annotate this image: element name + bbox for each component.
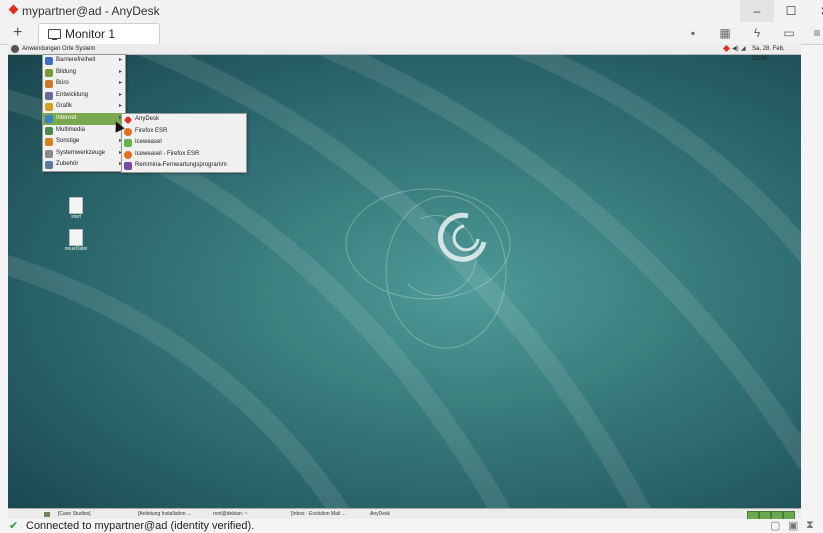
new-tab-button[interactable]: + xyxy=(13,24,22,42)
anydesk-icon xyxy=(123,115,133,125)
submenu-item-iceweasel-firefox-esr[interactable]: Iceweasel - Firefox ESR xyxy=(122,149,246,161)
graphics-icon xyxy=(45,103,53,112)
menu-item-label: Barrierefreiheit xyxy=(56,57,96,63)
firefox-icon xyxy=(124,127,132,136)
accessories-icon xyxy=(45,161,53,170)
menu-item-label: Grafik xyxy=(56,103,73,110)
submenu-item-firefox-esr[interactable]: Firefox ESR xyxy=(122,126,246,138)
menu-item-label: Sonstige xyxy=(56,138,80,145)
firefox-icon xyxy=(124,150,132,159)
desktop-icon-label: neueDatei xyxy=(64,246,88,252)
taskbar-item[interactable]: root@debian: ~ xyxy=(213,509,247,519)
lock-icon[interactable]: ▣ xyxy=(788,519,798,532)
menu-item-label: Zubehör xyxy=(56,161,79,168)
workspace-switcher-1[interactable] xyxy=(747,511,759,519)
display-icon[interactable]: ▭ xyxy=(780,25,798,41)
other-icon xyxy=(45,138,53,147)
connection-status-text: Connected to mypartner@ad (identity veri… xyxy=(26,520,255,532)
menu-icon[interactable]: ≡ xyxy=(808,25,823,41)
plug-connected-icon: ✔ xyxy=(9,520,19,532)
submenu-arrow-icon: ▸ xyxy=(118,91,122,98)
iceweasel-icon xyxy=(124,139,132,148)
menu-item-label: Multimedia xyxy=(56,126,86,133)
title-bar: mypartner@ad - AnyDesk – ☐ ✕ xyxy=(0,0,823,22)
minimize-button[interactable]: – xyxy=(740,0,774,22)
menu-item-label: Firefox ESR xyxy=(135,127,168,134)
actions-icon[interactable]: ϟ xyxy=(748,25,766,41)
file-icon xyxy=(69,229,83,246)
submenu-arrow-icon: ▸ xyxy=(118,103,122,110)
accessibility-icon xyxy=(45,57,53,65)
menu-item-entwicklung[interactable]: Entwicklung ▸ xyxy=(43,90,125,102)
anydesk-tray-icon[interactable] xyxy=(722,44,731,53)
menu-item-label: Remmina-Fernwartungsprogramm xyxy=(135,162,227,169)
submenu-item-remmina[interactable]: Remmina-Fernwartungsprogramm xyxy=(122,160,246,172)
chat-status-icon[interactable]: ▢ xyxy=(770,519,780,532)
window-title: mypartner@ad - AnyDesk xyxy=(22,4,160,18)
workspace-switcher-3[interactable] xyxy=(771,511,783,519)
education-icon xyxy=(45,68,53,77)
tab-label: Monitor 1 xyxy=(65,27,116,41)
tab-monitor-1[interactable]: Monitor 1 xyxy=(38,23,160,45)
menu-item-systemwerkzeuge[interactable]: Systemwerkzeuge▸ xyxy=(43,148,125,160)
tab-bar: + Monitor 1 ▪ ▦ ϟ ▭ ≡ xyxy=(0,22,823,45)
menu-item-label: Bildung xyxy=(56,68,77,75)
menu-item-label: Büro xyxy=(56,80,69,87)
desktop-icon-neue-datei[interactable]: neueDatei xyxy=(56,229,96,252)
remote-desktop-view[interactable]: Anwendungen Orte System ◀) ◢ Sa, 28. Feb… xyxy=(8,44,801,519)
menu-item-label: Iceweasel - Firefox ESR xyxy=(135,150,200,157)
panel-menus[interactable]: Anwendungen Orte System xyxy=(22,44,95,54)
menu-item-zubehoer[interactable]: Zubehör▸ xyxy=(43,159,125,171)
hourglass-icon: ⧗ xyxy=(806,519,814,531)
multimedia-icon xyxy=(45,126,53,135)
chat-icon[interactable]: ▪ xyxy=(684,25,702,41)
system-tools-icon xyxy=(45,149,53,158)
remmina-icon xyxy=(124,162,132,171)
submenu-arrow-icon: ▸ xyxy=(118,68,122,75)
gnome-bottom-panel: [Case Studies] [Anleitung Installation .… xyxy=(8,508,801,519)
close-button[interactable]: ✕ xyxy=(808,0,823,22)
menu-item-barrierefreiheit[interactable]: Barrierefreiheit ▸ xyxy=(43,55,125,67)
panel-clock[interactable]: Sa, 28. Feb, 23:08 xyxy=(752,44,801,64)
taskbar-item[interactable]: [Anleitung Installation ... xyxy=(138,509,191,519)
gnome-foot-icon xyxy=(11,45,19,53)
submenu-item-iceweasel[interactable]: Iceweasel xyxy=(122,137,246,149)
development-icon xyxy=(45,91,53,100)
internet-icon xyxy=(45,114,53,123)
workspace-switcher-4[interactable] xyxy=(783,511,795,519)
show-desktop-icon[interactable] xyxy=(44,512,50,517)
keyboard-icon[interactable]: ▦ xyxy=(716,25,734,41)
desktop-icon-label: start xyxy=(71,214,81,220)
desktop-icon-start[interactable]: start xyxy=(56,197,96,220)
file-icon xyxy=(69,197,83,214)
maximize-button[interactable]: ☐ xyxy=(774,0,808,22)
menu-item-label: AnyDesk xyxy=(135,116,160,122)
menu-item-buero[interactable]: Büro ▸ xyxy=(43,78,125,90)
workspace-switcher-2[interactable] xyxy=(759,511,771,519)
menu-item-sonstige[interactable]: Sonstige▸ xyxy=(43,136,125,148)
submenu-arrow-icon: ▸ xyxy=(118,80,122,87)
office-icon xyxy=(45,80,53,89)
menu-item-label: Systemwerkzeuge xyxy=(56,149,106,156)
submenu-item-anydesk[interactable]: AnyDesk xyxy=(122,114,246,126)
submenu-arrow-icon: ▸ xyxy=(118,57,122,63)
menu-item-label: Internet xyxy=(56,114,77,121)
monitor-icon xyxy=(48,29,61,40)
menu-item-label: Entwicklung xyxy=(56,91,89,98)
taskbar-item[interactable]: AnyDesk xyxy=(370,509,390,519)
menu-item-grafik[interactable]: Grafik ▸ xyxy=(43,101,125,113)
menu-item-bildung[interactable]: Bildung ▸ xyxy=(43,67,125,79)
taskbar-item[interactable]: [Case Studies] xyxy=(58,509,91,519)
taskbar-item[interactable]: [Inbox - Evolution Mail ... xyxy=(291,509,346,519)
status-bar: ✔ Connected to mypartner@ad (identity ve… xyxy=(0,519,823,533)
applications-menu: Barrierefreiheit ▸ Bildung ▸ Büro ▸ Entwick… xyxy=(42,54,126,172)
volume-icon[interactable]: ◀) xyxy=(732,44,739,54)
anydesk-logo-icon xyxy=(8,4,19,15)
menu-item-label: Iceweasel xyxy=(135,139,162,146)
gnome-top-panel: Anwendungen Orte System ◀) ◢ Sa, 28. Feb… xyxy=(8,44,801,62)
network-icon[interactable]: ◢ xyxy=(741,44,746,54)
internet-submenu: AnyDesk Firefox ESR Iceweasel Iceweasel … xyxy=(121,113,247,173)
